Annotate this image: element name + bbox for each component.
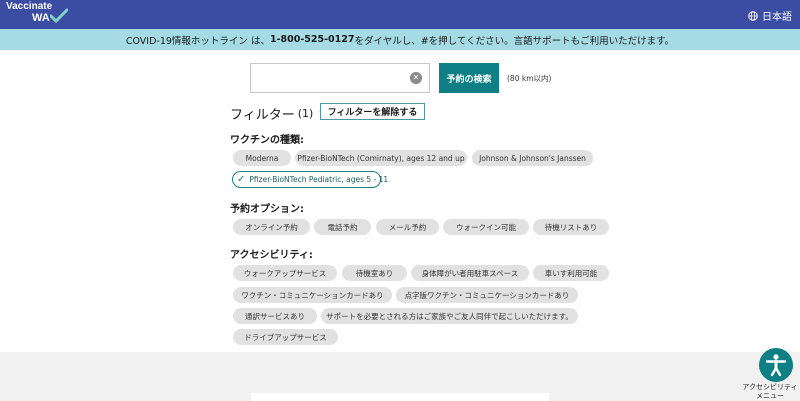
filter-toggle[interactable]: フィルター (1) ^ <box>230 104 327 123</box>
results-card <box>251 393 549 401</box>
appointment-chip-waitlist[interactable]: 待機リストあり <box>533 219 609 235</box>
appointment-chip-phone[interactable]: 電話予約 <box>314 219 371 235</box>
access-chip-walk-up[interactable]: ウォークアップサービス <box>233 265 337 281</box>
vaccine-type-label: ワクチンの種類: <box>230 135 304 146</box>
accessibility-menu-label: アクセシビリティ メニュー <box>742 383 798 400</box>
accessibility-icon <box>765 354 787 377</box>
location-search-box: ✕ <box>250 63 430 93</box>
accessibility-label: アクセシビリティ: <box>230 250 313 261</box>
vaccine-chip-moderna[interactable]: Moderna <box>233 150 291 166</box>
search-radius-label: (80 km以内) <box>507 74 552 83</box>
checkmark-icon: ✓ <box>237 174 246 185</box>
appointment-chip-email[interactable]: メール予約 <box>376 219 439 235</box>
globe-icon <box>748 10 758 21</box>
hotline-number[interactable]: 1-800-525-0127 <box>270 34 355 45</box>
language-selector[interactable]: 日本語 <box>748 8 792 23</box>
appointment-options-label: 予約オプション: <box>230 204 304 215</box>
vaccinate-wa-logo[interactable]: Vaccinate WA <box>6 2 68 24</box>
hotline-banner: COVID-19情報ホットライン は、 1-800-525-0127 をダイヤル… <box>0 29 800 50</box>
access-chip-drive-up[interactable]: ドライブアップサービス <box>233 329 338 345</box>
access-chip-companion[interactable]: サポートを必要とされる方はご家族やご友人同伴で起こしいただけます。 <box>321 308 578 324</box>
vaccine-chip-janssen[interactable]: Johnson & Johnson's Janssen <box>472 150 593 166</box>
filter-count: (1) <box>297 107 314 120</box>
access-chip-wheelchair[interactable]: 車いす利用可能 <box>533 265 609 281</box>
vaccine-chip-pfizer-pediatric[interactable]: ✓ Pfizer-BioNTech Pediatric, ages 5 - 11 <box>232 171 388 188</box>
language-label: 日本語 <box>762 12 792 23</box>
clear-icon[interactable]: ✕ <box>410 72 422 84</box>
access-chip-waiting-room[interactable]: 待機室あり <box>342 265 407 281</box>
clear-filters-button[interactable]: フィルターを解除する <box>320 103 425 120</box>
heart-check-logo-icon <box>50 8 68 24</box>
access-chip-braille-card[interactable]: 点字版ワクチン・コミュニケーションカードあり <box>396 287 578 303</box>
vaccine-chip-pfizer-12-up[interactable]: Pfizer-BioNTech (Comirnaty), ages 12 and… <box>295 150 467 166</box>
hotline-prefix: COVID-19情報ホットライン は、 <box>125 35 270 47</box>
accessibility-menu-button[interactable] <box>759 348 793 382</box>
access-chip-communication-card[interactable]: ワクチン・コミュニケーションカードあり <box>233 287 392 303</box>
hotline-suffix: をダイヤルし、#を押してください。言語サポートもご利用いただけます。 <box>354 35 675 47</box>
search-appointments-button[interactable]: 予約の検索 <box>439 63 499 93</box>
filter-title: フィルター <box>230 108 295 123</box>
top-header: Vaccinate WA 日本語 <box>0 0 800 29</box>
search-input[interactable] <box>251 64 401 92</box>
appointment-chip-walk-in[interactable]: ウォークイン可能 <box>443 219 529 235</box>
access-chip-interpreter[interactable]: 通訳サービスあり <box>233 308 317 324</box>
appointment-chip-online[interactable]: オンライン予約 <box>233 219 310 235</box>
access-chip-disabled-parking[interactable]: 身体障がい者用駐車スペース <box>411 265 529 281</box>
